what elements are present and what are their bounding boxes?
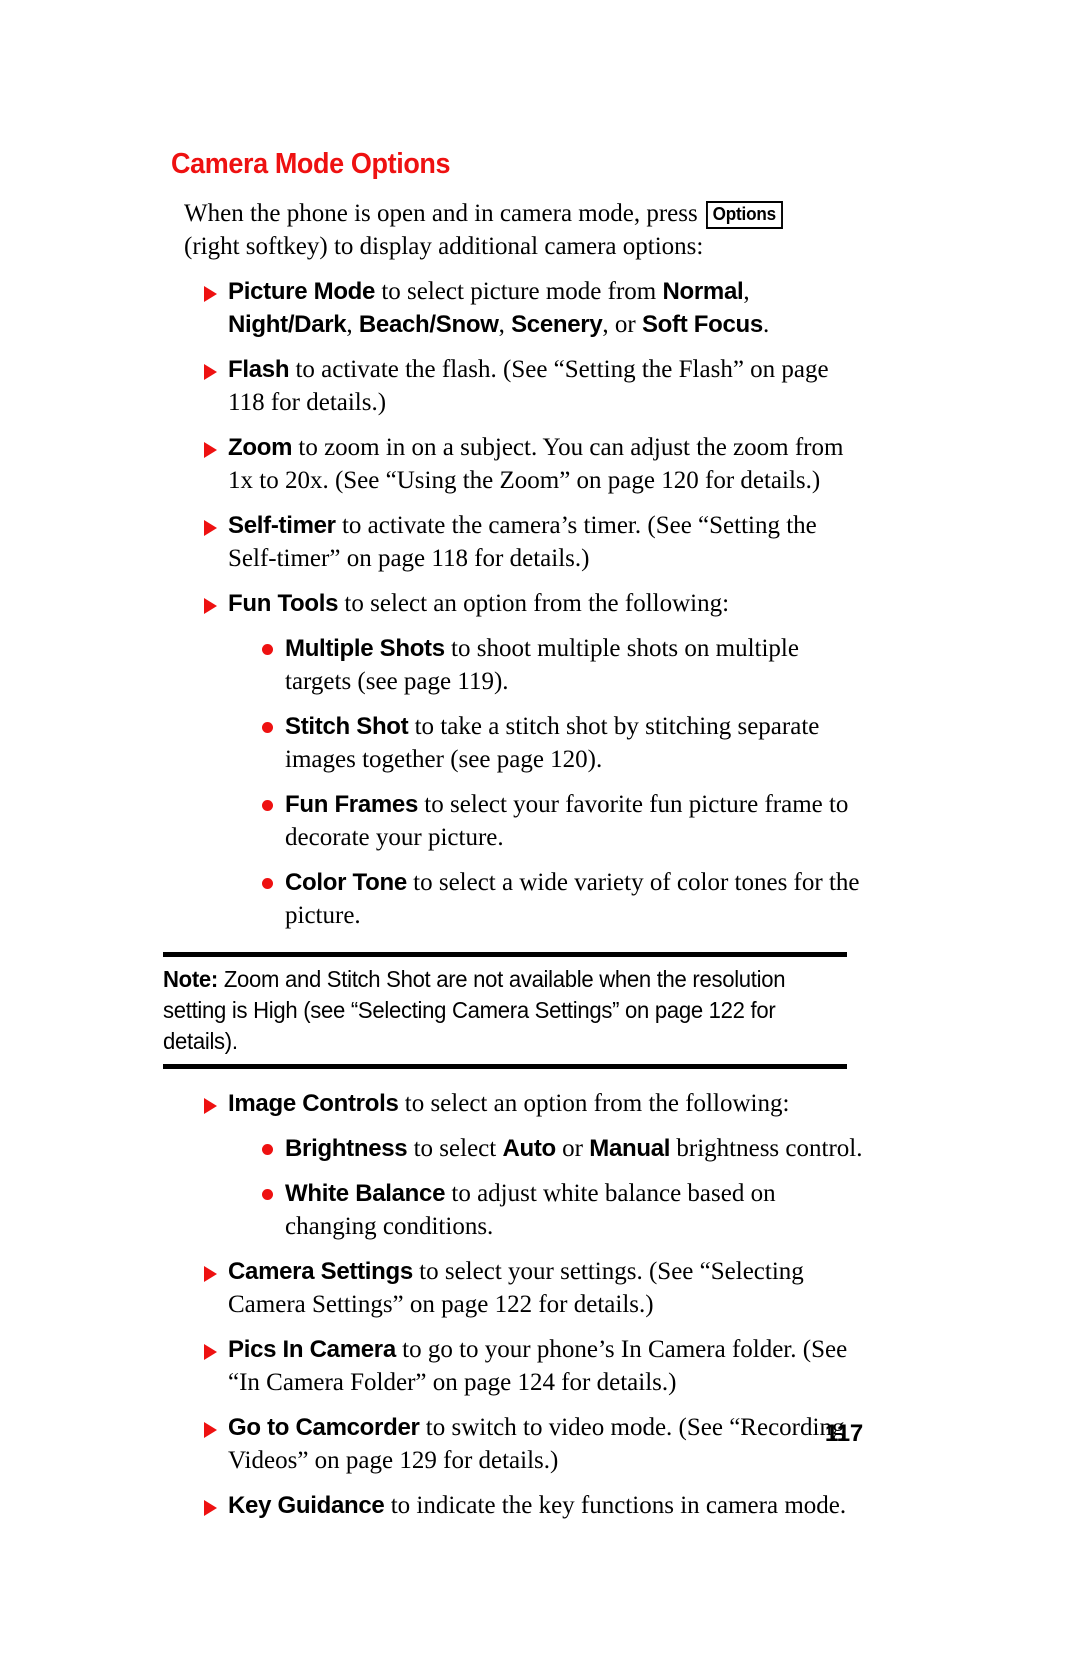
image-controls-text: to select an option from the following: — [398, 1090, 790, 1117]
page-content: Camera Mode Options When the phone is op… — [163, 148, 863, 1534]
note-callout: Note: Zoom and Stitch Shot are not avail… — [163, 952, 847, 1069]
list-item-fun-tools: Fun Tools to select an option from the f… — [184, 587, 868, 620]
note-text: Zoom and Stitch Shot are not available w… — [163, 966, 786, 1054]
triangle-bullet-icon — [204, 286, 217, 302]
term-multiple-shots: Multiple Shots — [285, 635, 445, 662]
triangle-bullet-icon — [204, 364, 217, 380]
list-item-self-timer: Self-timer to activate the camera’s time… — [184, 509, 868, 575]
term-image-controls: Image Controls — [228, 1090, 399, 1117]
term-self-timer: Self-timer — [228, 512, 336, 539]
dot-bullet-icon — [262, 722, 273, 733]
picture-mode-text-1: to select picture mode from — [375, 278, 663, 305]
list-item-picture-mode: Picture Mode to select picture mode from… — [184, 275, 868, 341]
triangle-bullet-icon — [204, 1098, 217, 1114]
intro-text-after: (right softkey) to display additional ca… — [184, 233, 704, 260]
option-manual: Manual — [589, 1135, 671, 1162]
list-item-fun-frames: Fun Frames to select your favorite fun p… — [241, 788, 870, 854]
page-number: 117 — [824, 1420, 863, 1447]
manual-page: Camera Mode Options When the phone is op… — [0, 0, 1080, 1669]
term-flash: Flash — [228, 356, 290, 383]
list-item-stitch-shot: Stitch Shot to take a stitch shot by sti… — [241, 710, 870, 776]
fun-tools-text: to select an option from the following: — [338, 590, 730, 617]
option-night-dark: Night/Dark — [228, 311, 347, 338]
list-item-image-controls: Image Controls to select an option from … — [184, 1087, 868, 1120]
sep-3: , — [498, 311, 512, 338]
note-text-container: Note: Zoom and Stitch Shot are not avail… — [163, 957, 845, 1064]
list-item-camera-settings: Camera Settings to select your settings.… — [184, 1255, 868, 1321]
option-normal: Normal — [662, 278, 744, 305]
triangle-bullet-icon — [204, 1422, 217, 1438]
triangle-bullet-icon — [204, 1344, 217, 1360]
note-label: Note: — [163, 966, 218, 992]
term-stitch-shot: Stitch Shot — [285, 713, 409, 740]
zoom-text: to zoom in on a subject. You can adjust … — [228, 434, 844, 494]
note-rule-bottom — [163, 1064, 847, 1069]
option-auto: Auto — [502, 1135, 556, 1162]
key-guidance-text: to indicate the key functions in camera … — [384, 1492, 847, 1519]
brightness-sep-1: or — [555, 1135, 590, 1162]
list-item-color-tone: Color Tone to select a wide variety of c… — [241, 866, 870, 932]
term-color-tone: Color Tone — [285, 869, 407, 896]
list-item-multiple-shots: Multiple Shots to shoot multiple shots o… — [241, 632, 870, 698]
triangle-bullet-icon — [204, 442, 217, 458]
sep-2: , — [346, 311, 359, 338]
triangle-bullet-icon — [204, 1266, 217, 1282]
dot-bullet-icon — [262, 1144, 273, 1155]
triangle-bullet-icon — [204, 598, 217, 614]
triangle-bullet-icon — [204, 520, 217, 536]
term-fun-frames: Fun Frames — [285, 791, 419, 818]
dot-bullet-icon — [262, 878, 273, 889]
dot-bullet-icon — [262, 1189, 273, 1200]
page-title: Camera Mode Options — [171, 148, 451, 180]
term-fun-tools: Fun Tools — [228, 590, 339, 617]
list-item-zoom: Zoom to zoom in on a subject. You can ad… — [184, 431, 868, 497]
options-softkey-label[interactable]: Options — [705, 201, 783, 229]
term-camera-settings: Camera Settings — [228, 1258, 413, 1285]
option-soft-focus: Soft Focus — [641, 311, 763, 338]
sep-1: , — [743, 278, 750, 305]
intro-text-before: When the phone is open and in camera mod… — [184, 200, 704, 227]
picture-mode-tail: . — [762, 311, 770, 338]
option-scenery: Scenery — [511, 311, 603, 338]
option-beach-snow: Beach/Snow — [358, 311, 499, 338]
intro-paragraph: When the phone is open and in camera mod… — [184, 197, 824, 263]
brightness-text-1: to select — [407, 1135, 503, 1162]
term-white-balance: White Balance — [285, 1180, 446, 1207]
dot-bullet-icon — [262, 800, 273, 811]
list-item-go-to-camcorder: Go to Camcorder to switch to video mode.… — [184, 1411, 868, 1477]
list-item-flash: Flash to activate the flash. (See “Setti… — [184, 353, 868, 419]
list-item-key-guidance: Key Guidance to indicate the key functio… — [184, 1489, 868, 1522]
term-go-to-camcorder: Go to Camcorder — [228, 1414, 420, 1441]
list-item-white-balance: White Balance to adjust white balance ba… — [241, 1177, 870, 1243]
term-zoom: Zoom — [228, 434, 293, 461]
sep-4: , or — [602, 311, 642, 338]
list-item-pics-in-camera: Pics In Camera to go to your phone’s In … — [184, 1333, 868, 1399]
term-picture-mode: Picture Mode — [228, 278, 376, 305]
term-pics-in-camera: Pics In Camera — [228, 1336, 396, 1363]
term-key-guidance: Key Guidance — [228, 1492, 385, 1519]
list-item-brightness: Brightness to select Auto or Manual brig… — [241, 1132, 870, 1165]
term-brightness: Brightness — [285, 1135, 408, 1162]
triangle-bullet-icon — [204, 1500, 217, 1516]
dot-bullet-icon — [262, 644, 273, 655]
brightness-tail: brightness control. — [670, 1135, 863, 1162]
flash-text: to activate the flash. (See “Setting the… — [228, 356, 829, 416]
